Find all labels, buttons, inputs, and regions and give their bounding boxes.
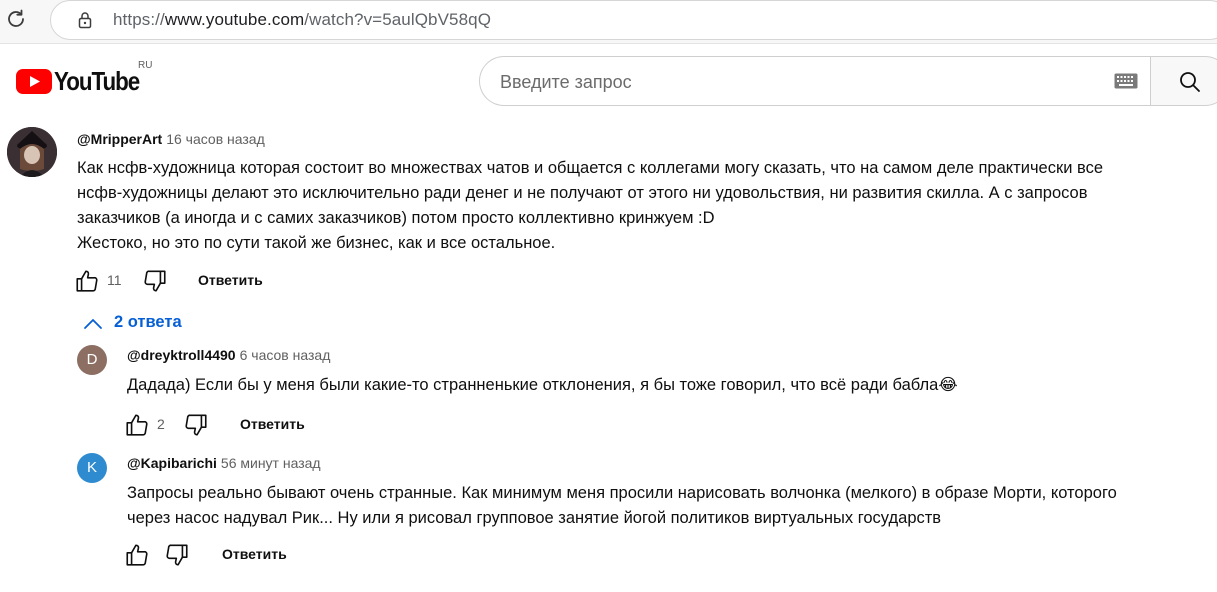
reply-comment: D @dreyktroll4490 6 часов назад Дадада) Е…	[0, 342, 1217, 442]
logo-wordmark: YouTube	[54, 66, 140, 96]
youtube-header: YouTube RU	[0, 44, 1217, 120]
address-bar[interactable]: https://www.youtube.com/watch?v=5aulQbV5…	[50, 0, 1217, 40]
dislike-icon[interactable]	[183, 412, 209, 438]
like-icon[interactable]	[74, 268, 100, 294]
search-icon	[1180, 72, 1200, 92]
dislike-icon[interactable]	[142, 268, 168, 294]
avatar[interactable]: D	[77, 345, 107, 375]
dislike-icon[interactable]	[164, 542, 190, 568]
comment-line: через насос надувал Рик... Ну или я рисо…	[127, 509, 942, 527]
comment-line: Дадада) Если бы у меня были какие-то стр…	[127, 376, 958, 394]
like-icon[interactable]	[124, 542, 150, 568]
comment-time[interactable]: 16 часов назад	[166, 131, 265, 147]
comment-line: Жестоко, но это по сути такой же бизнес,…	[77, 234, 556, 252]
comment-author[interactable]: @Kapibarichi	[127, 455, 217, 471]
comment-text: Как нсфв-художница которая состоит во мн…	[77, 156, 1207, 256]
avatar-letter: D	[86, 351, 98, 368]
chevron-up-icon	[84, 319, 102, 329]
url-prefix: https://	[113, 10, 165, 29]
search-box	[479, 56, 1151, 106]
comment-line: заказчиков (а иногда и с самих заказчико…	[77, 209, 715, 227]
like-count: 11	[107, 272, 122, 288]
comment-line: Как нсфв-художница которая состоит во мн…	[77, 159, 1103, 177]
url-text[interactable]: https://www.youtube.com/watch?v=5aulQbV5…	[113, 10, 491, 30]
comment-author[interactable]: @dreyktroll4490	[127, 347, 236, 363]
comment-header: @Kapibarichi 56 минут назад	[127, 455, 321, 471]
comment-header: @MripperArt 16 часов назад	[77, 131, 265, 147]
browser-toolbar: https://www.youtube.com/watch?v=5aulQbV5…	[0, 0, 1217, 44]
region-code: RU	[138, 60, 153, 71]
reply-button[interactable]: Ответить	[198, 272, 263, 288]
reply-button[interactable]: Ответить	[240, 416, 305, 432]
keyboard-icon[interactable]	[1114, 73, 1138, 89]
replies-count: 2 ответа	[114, 313, 182, 331]
comment: @MripperArt 16 часов назад Как нсфв-худож…	[0, 120, 1217, 310]
comment-line: Запросы реально бывают очень странные. К…	[127, 484, 1117, 502]
reply-button[interactable]: Ответить	[222, 546, 287, 562]
lock-icon[interactable]	[75, 10, 95, 30]
youtube-logo[interactable]: YouTube RU	[16, 60, 156, 96]
like-icon[interactable]	[124, 412, 150, 438]
comment-time[interactable]: 56 минут назад	[221, 455, 321, 471]
reload-icon[interactable]	[4, 7, 28, 31]
comment-text: Дадада) Если бы у меня были какие-то стр…	[127, 373, 1207, 398]
avatar[interactable]	[7, 127, 57, 177]
comment-actions: 2 Ответить	[124, 412, 344, 440]
comment-time[interactable]: 6 часов назад	[240, 347, 331, 363]
youtube-play-icon	[16, 69, 52, 94]
comment-actions: Ответить	[124, 542, 344, 570]
like-count: 2	[157, 416, 165, 432]
url-path: /watch?v=5aulQbV58qQ	[304, 10, 492, 29]
comment-actions: 11 Ответить	[74, 268, 334, 296]
avatar-letter: K	[86, 459, 97, 476]
search-input[interactable]	[500, 69, 1060, 95]
avatar-image	[7, 127, 57, 177]
comment-header: @dreyktroll4490 6 часов назад	[127, 347, 330, 363]
search-button[interactable]	[1150, 56, 1217, 106]
reply-comment: K @Kapibarichi 56 минут назад Запросы реа…	[0, 450, 1217, 590]
comment-text: Запросы реально бывают очень странные. К…	[127, 481, 1212, 531]
avatar[interactable]: K	[77, 453, 107, 483]
comment-line: нсфв-художницы делают это исключительно …	[77, 184, 1088, 202]
url-host: www.youtube.com	[164, 10, 305, 29]
comment-author[interactable]: @MripperArt	[77, 131, 162, 147]
